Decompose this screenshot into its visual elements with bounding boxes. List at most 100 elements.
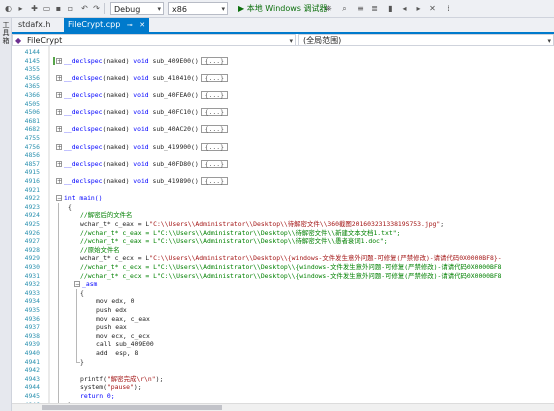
expand-icon[interactable]: + xyxy=(56,109,62,116)
function-name: sub_419900 xyxy=(152,142,191,151)
code-line[interactable]: 4756 + __declspec(naked) void sub_419900()… xyxy=(12,142,554,152)
code-line[interactable]: 4930 //wchar_t* c_ecx = L"C:\\Users\\Admi… xyxy=(12,263,554,272)
keyword-void: void xyxy=(133,125,153,134)
line-number: 4921 xyxy=(24,185,40,194)
code-line[interactable]: 4941} xyxy=(12,357,554,367)
start-debugging-button[interactable]: ▶ 本地 Windows 调试器 xyxy=(238,2,328,15)
collapsed-block-button[interactable]: {...} xyxy=(200,159,228,168)
function-parens: () xyxy=(191,177,199,185)
code-text: push edx xyxy=(96,306,127,315)
collapsed-block-button[interactable]: {...} xyxy=(200,73,228,82)
code-line[interactable]: 4144 xyxy=(12,48,554,57)
code-line[interactable]: 4366 + __declspec(naked) void sub_40FEA0()… xyxy=(12,91,554,100)
code-line[interactable]: 4933 { xyxy=(12,288,554,298)
code-line[interactable]: 4681 xyxy=(12,117,554,126)
code-line[interactable]: 4916 + __declspec(naked) void sub_419890()… xyxy=(12,177,554,186)
code-line[interactable]: 4506 + __declspec(naked) void sub_40FC10()… xyxy=(12,108,554,117)
redo-icon[interactable]: ↷ xyxy=(90,2,103,15)
scope-select[interactable]: (全局范围) ▾ xyxy=(298,34,554,46)
line-number: 4505 xyxy=(24,99,40,108)
close-icon[interactable]: ✕ xyxy=(139,18,145,32)
code-line[interactable]: 4755 xyxy=(12,134,554,143)
collapsed-block-button[interactable]: {...} xyxy=(200,108,228,117)
code-line[interactable]: 4937 push eax xyxy=(12,323,554,332)
code-line[interactable]: 4940 add esp, 8 xyxy=(12,349,554,358)
expand-icon[interactable]: + xyxy=(56,126,62,133)
expand-icon[interactable]: + xyxy=(56,143,62,150)
scrollbar-thumb[interactable] xyxy=(42,405,222,410)
collapsed-block-button[interactable]: {...} xyxy=(200,177,228,185)
code-line[interactable]: 4932 − _asm xyxy=(12,280,554,289)
prev-bookmark-icon[interactable]: ◂ xyxy=(398,2,411,15)
line-number: 4925 xyxy=(24,220,40,228)
code-text: __declspec(naked) void sub_40FD80() {...} xyxy=(64,159,228,169)
code-line[interactable]: 4929 wchar_t* c_ecx = L"C:\\Users\\Admini… xyxy=(12,254,554,263)
code-line[interactable]: 4145 + __declspec(naked) void sub_409E00()… xyxy=(12,56,554,66)
code-line[interactable]: 4938 mov ecx, c_ecx xyxy=(12,331,554,341)
function-parens: () xyxy=(191,142,199,151)
next-bookmark-icon[interactable]: ▸ xyxy=(412,2,425,15)
platform-select[interactable]: x86 xyxy=(168,2,228,16)
code-line[interactable]: 4915 xyxy=(12,168,554,177)
forward-icon[interactable]: ▸ xyxy=(14,2,27,15)
collapsed-block-button[interactable]: {...} xyxy=(200,56,228,65)
code-line[interactable]: 4682 + __declspec(naked) void sub_40AC20()… xyxy=(12,125,554,134)
code-text: wchar_t* c_eax = L"C:\\Users\\Administra… xyxy=(80,220,444,229)
save-all-icon[interactable]: ▫ xyxy=(64,2,77,15)
collapsed-block-button[interactable]: {...} xyxy=(200,125,228,134)
code-text: add esp, 8 xyxy=(96,349,138,358)
overflow-icon[interactable]: ⁞ xyxy=(442,2,455,15)
project-select[interactable]: ◆ FileCrypt ▾ xyxy=(12,34,296,46)
expand-icon[interactable]: + xyxy=(56,92,62,99)
expand-icon[interactable]: + xyxy=(56,74,62,81)
function-parens: () xyxy=(191,108,199,117)
code-line[interactable]: 4936 mov eax, c_eax xyxy=(12,314,554,324)
attach-icon[interactable]: ⛯ xyxy=(322,2,335,15)
pin-icon[interactable]: ⊸ xyxy=(127,18,133,32)
toolbox-strip[interactable]: 工具箱 xyxy=(0,18,12,411)
collapsed-block-button[interactable]: {...} xyxy=(200,142,228,151)
collapsed-block-button[interactable]: {...} xyxy=(200,91,228,99)
code-text: __declspec(naked) void sub_419890() {...} xyxy=(64,177,228,186)
code-line[interactable]: 4355 xyxy=(12,65,554,74)
code-line[interactable]: 4924 //解密后的文件名 xyxy=(12,211,554,220)
code-editor[interactable]: 4144 4145 + __declspec(naked) void sub_409E… xyxy=(12,46,554,411)
code-line[interactable]: 4943 printf("解密完成\r\n"); xyxy=(12,374,554,384)
expand-icon[interactable]: + xyxy=(56,57,62,64)
outline-guide xyxy=(58,357,59,367)
code-line[interactable]: 4926 //wchar_t* c_eax = L"C:\\Users\\Admi… xyxy=(12,228,554,238)
code-line[interactable]: 4944 system("pause"); xyxy=(12,383,554,392)
code-line[interactable]: 4942 xyxy=(12,366,554,375)
comment-icon[interactable]: ≡ xyxy=(354,2,367,15)
code-line[interactable]: 4935 push edx xyxy=(12,306,554,315)
code-line[interactable]: 4856 xyxy=(12,151,554,160)
code-line[interactable]: 4365 xyxy=(12,82,554,91)
tab-filecrypt-cpp[interactable]: FileCrypt.cpp ⊸ ✕ xyxy=(64,18,150,32)
expand-icon[interactable]: + xyxy=(56,160,62,167)
code-line[interactable]: 4927 //wchar_t* c_eax = L"C:\\Users\\Admi… xyxy=(12,237,554,246)
code-line[interactable]: 4505 xyxy=(12,100,554,109)
code-line[interactable]: 4931 //wchar_t* c_ecx = L"C:\\Users\\Admi… xyxy=(12,271,554,281)
code-line[interactable]: 4925 wchar_t* c_eax = L"C:\\Users\\Admini… xyxy=(12,220,554,229)
code-line[interactable]: 4356 + __declspec(naked) void sub_410410()… xyxy=(12,73,554,83)
code-line[interactable]: 4939 call sub_409E00 xyxy=(12,340,554,349)
collapse-icon[interactable]: − xyxy=(74,281,80,288)
code-line[interactable]: 4945 return 0; xyxy=(12,392,554,401)
uncomment-icon[interactable]: ≣ xyxy=(368,2,381,15)
expand-icon[interactable]: + xyxy=(56,178,62,185)
solution-config-select[interactable]: Debug xyxy=(110,2,164,16)
outline-guide xyxy=(58,340,59,349)
code-line[interactable]: 4934 mov edx, 0 xyxy=(12,297,554,306)
collapse-icon[interactable]: − xyxy=(56,195,62,202)
find-icon[interactable]: ⌕ xyxy=(338,2,351,15)
code-line[interactable]: 4921 xyxy=(12,186,554,195)
horizontal-scrollbar[interactable] xyxy=(12,403,554,411)
tab-stdafx-h[interactable]: stdafx.h xyxy=(14,18,55,32)
clear-bookmark-icon[interactable]: ✕ xyxy=(426,2,439,15)
declspec-arg: (naked) xyxy=(102,159,134,168)
code-line[interactable]: 4857 + __declspec(naked) void sub_40FD80()… xyxy=(12,159,554,169)
code-line[interactable]: 4922 − int main() xyxy=(12,194,554,203)
bookmark-icon[interactable]: ▮ xyxy=(384,2,397,15)
line-number: 4940 xyxy=(24,349,40,357)
line-number: 4356 xyxy=(24,73,40,82)
